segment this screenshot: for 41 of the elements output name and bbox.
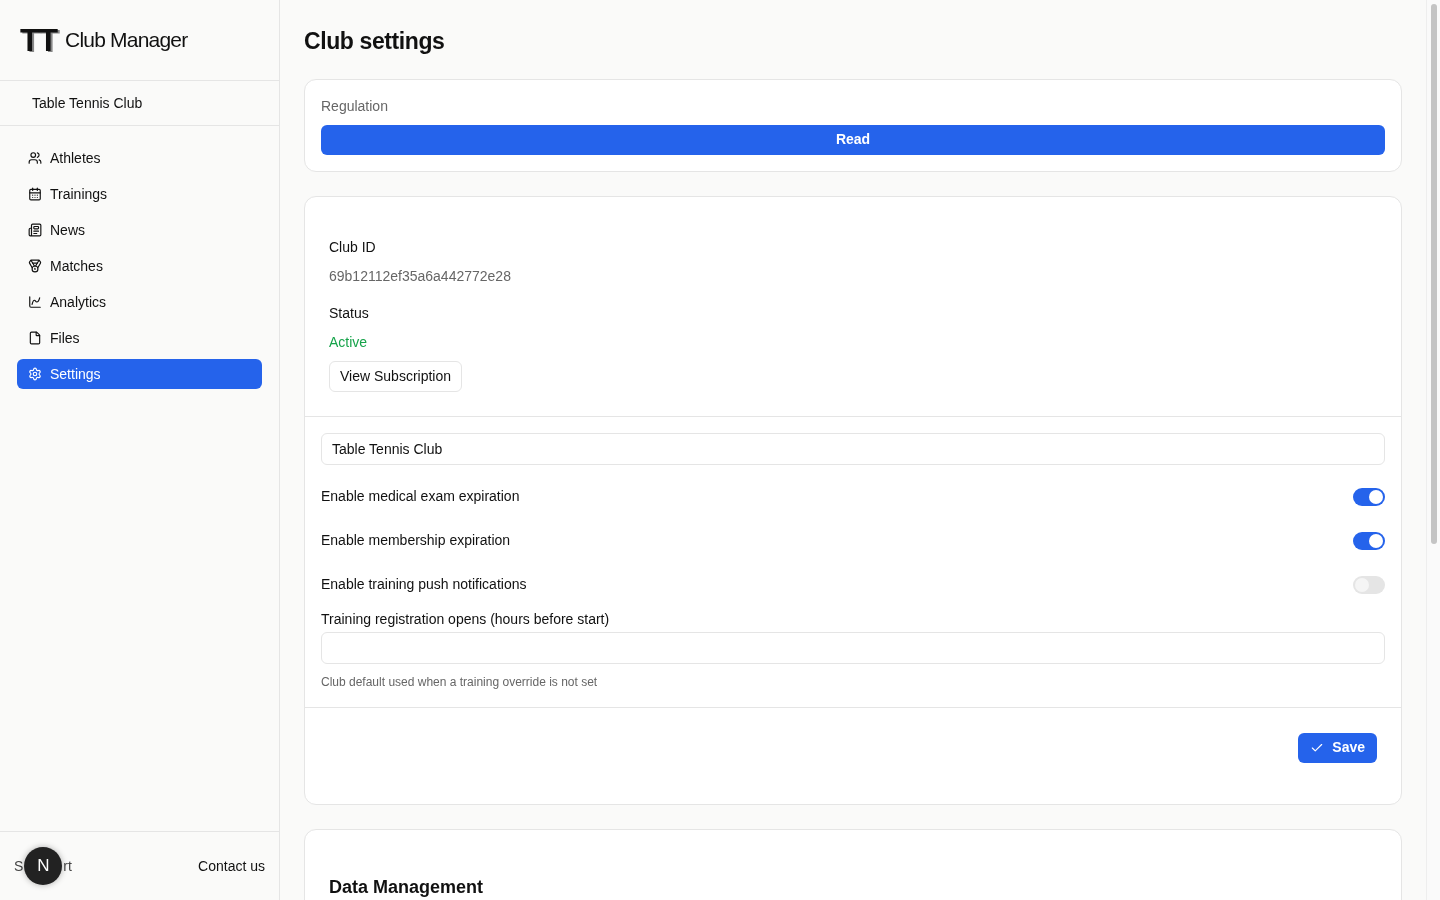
club-id-value: 69b12112ef35a6a442772e28 [329, 266, 512, 286]
registration-hours-field[interactable] [321, 631, 1385, 664]
avatar-badge[interactable]: N [24, 847, 63, 885]
save-button[interactable]: Save [1298, 732, 1377, 763]
toggle-switch[interactable] [1353, 531, 1385, 550]
page-title: Club settings [304, 27, 446, 56]
newspaper-icon [28, 223, 42, 237]
registration-label: Training registration opens (hours before start) [321, 609, 611, 629]
logo-mark: TT [20, 24, 58, 56]
nav-item[interactable]: Trainings [17, 179, 262, 209]
regulation-label: Regulation [321, 96, 389, 116]
club-id-label: Club ID [329, 237, 377, 257]
read-button[interactable]: Read [321, 124, 1385, 155]
status-label: Status [329, 303, 370, 323]
nav-item[interactable]: Athletes [17, 143, 262, 173]
view-subscription-button[interactable]: View Subscription [329, 360, 463, 392]
support-link-start[interactable]: S [14, 855, 24, 877]
calendar-icon [28, 187, 42, 201]
contact-link[interactable]: Contact us [198, 855, 265, 877]
support-link-end[interactable]: rt [63, 855, 72, 877]
club-name-field[interactable]: Table Tennis Club [321, 432, 1385, 465]
chart-icon [28, 295, 42, 309]
nav-item[interactable]: Matches [17, 251, 262, 281]
nav-item[interactable]: Files [17, 323, 262, 353]
file-icon [28, 331, 42, 345]
toggle-switch[interactable] [1353, 487, 1385, 506]
registration-help: Club default used when a training override is not set [321, 673, 599, 691]
club-name: Table Tennis Club [32, 93, 143, 113]
toggle-label: Enable membership expiration [321, 531, 511, 550]
status-value: Active [329, 332, 369, 352]
nav-item[interactable]: News [17, 215, 262, 245]
medal-icon [28, 259, 42, 273]
toggle-label: Enable training push notifications [321, 575, 527, 594]
nav-item[interactable]: Analytics [17, 287, 262, 317]
section-title: Data Management [329, 875, 485, 899]
toggle-label: Enable medical exam expiration [321, 487, 520, 506]
nav-item[interactable]: Settings [17, 359, 262, 389]
settings-icon [28, 367, 42, 381]
app-name: Club Manager [65, 27, 188, 54]
toggle-switch[interactable] [1353, 575, 1385, 594]
users-icon [28, 151, 42, 165]
